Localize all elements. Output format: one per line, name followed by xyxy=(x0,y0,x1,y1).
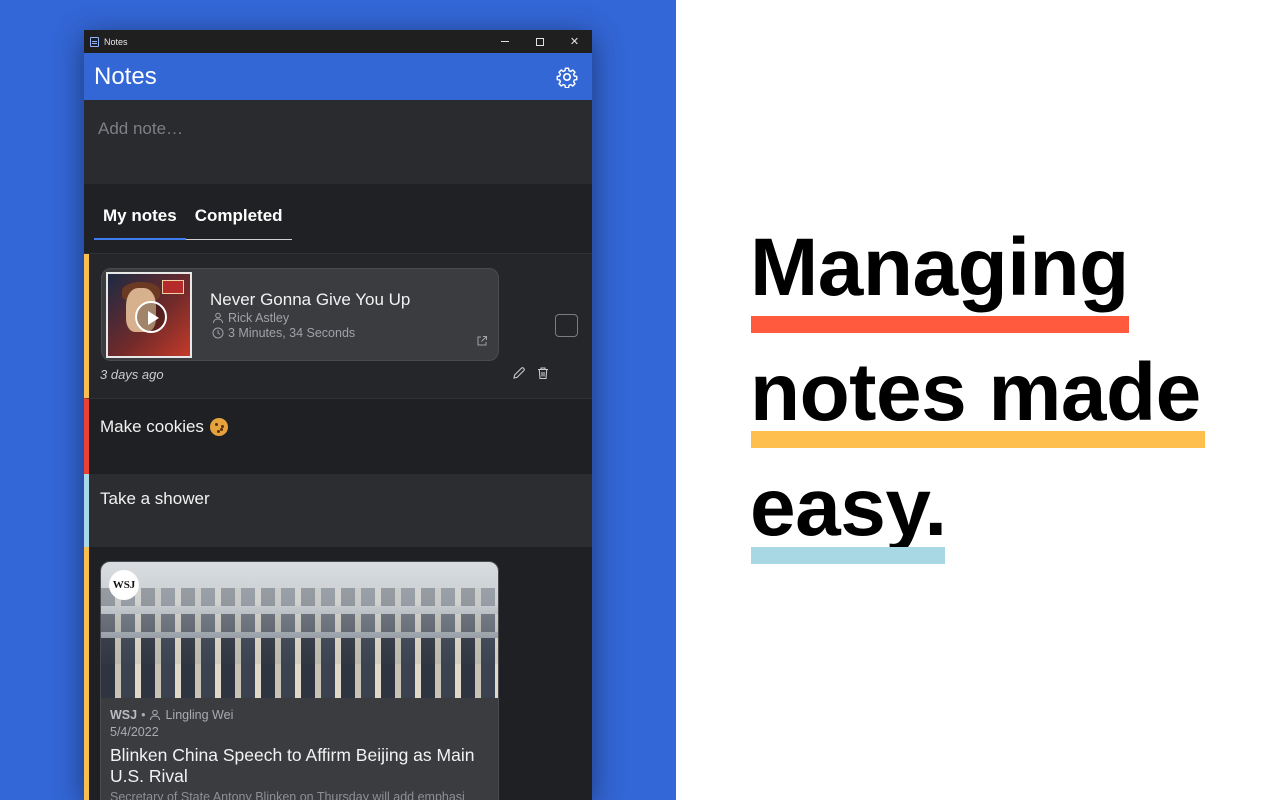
external-link-icon[interactable] xyxy=(476,335,488,347)
app-title: Notes xyxy=(94,62,157,90)
complete-checkbox[interactable] xyxy=(555,314,578,337)
person-icon xyxy=(213,312,223,324)
article-source: WSJ • Lingling Wei xyxy=(110,708,234,722)
note-item-text[interactable]: Take a shower xyxy=(84,474,592,547)
note-text: Make cookies xyxy=(100,417,228,437)
headline-line-2: notes made xyxy=(750,347,1201,438)
article-image: WSJ xyxy=(101,562,498,698)
media-title: Never Gonna Give You Up xyxy=(210,290,411,309)
note-item-text[interactable]: Make cookies xyxy=(84,398,592,474)
headline-line-1: Managing xyxy=(750,222,1129,313)
window-titlebar: Notes ✕ xyxy=(84,30,592,53)
note-item-media: Never Gonna Give You Up Rick Astley 3 Mi… xyxy=(84,254,592,398)
notes-tabs: My notes Completed xyxy=(84,184,592,254)
minimize-icon xyxy=(500,41,509,42)
close-button[interactable]: ✕ xyxy=(557,30,592,53)
add-note-input[interactable] xyxy=(98,119,578,139)
window-title: Notes xyxy=(104,36,128,47)
headline-underline-1 xyxy=(751,316,1129,333)
media-artist: Rick Astley xyxy=(212,311,289,325)
delete-icon[interactable] xyxy=(536,366,550,380)
minimize-button[interactable] xyxy=(487,30,522,53)
article-card[interactable]: WSJ WSJ • Lingling Wei 5/4/2022 Blinken … xyxy=(100,561,499,800)
maximize-button[interactable] xyxy=(522,30,557,53)
note-text: Take a shower xyxy=(100,489,210,509)
edit-icon[interactable] xyxy=(512,366,526,380)
article-title: Blinken China Speech to Affirm Beijing a… xyxy=(110,745,475,786)
person-icon xyxy=(150,709,161,721)
media-artist-text: Rick Astley xyxy=(228,311,290,325)
maximize-icon xyxy=(535,37,544,46)
clock-icon xyxy=(212,327,224,339)
cookie-icon xyxy=(209,418,228,436)
note-timestamp: 3 days ago xyxy=(100,367,164,382)
album-art xyxy=(106,272,192,358)
article-date: 5/4/2022 xyxy=(110,725,159,739)
article-author: Lingling Wei xyxy=(165,708,234,722)
article-source-name: WSJ xyxy=(110,708,138,722)
note-item-article: WSJ WSJ • Lingling Wei 5/4/2022 Blinken … xyxy=(84,547,592,800)
wsj-logo-icon: WSJ xyxy=(109,570,139,600)
close-icon: ✕ xyxy=(569,36,580,48)
media-duration: 3 Minutes, 34 Seconds xyxy=(212,326,355,340)
headline-line-3: easy. xyxy=(750,462,947,553)
headline-underline-2 xyxy=(751,431,1205,448)
note-text-label: Make cookies xyxy=(100,417,204,436)
note-text-label: Take a shower xyxy=(100,489,210,508)
media-duration-text: 3 Minutes, 34 Seconds xyxy=(228,326,356,340)
play-icon[interactable] xyxy=(135,301,167,333)
gear-icon[interactable] xyxy=(556,66,578,88)
app-header: Notes xyxy=(84,53,592,100)
notes-window: Notes ✕ Notes My notes Completed Never G… xyxy=(84,30,592,800)
notes-app-icon xyxy=(90,36,99,47)
tab-completed[interactable]: Completed xyxy=(185,206,292,240)
article-description: Secretary of State Antony Blinken on Thu… xyxy=(110,790,465,800)
add-note-area xyxy=(84,100,592,184)
headline-underline-3 xyxy=(751,547,945,564)
media-card[interactable]: Never Gonna Give You Up Rick Astley 3 Mi… xyxy=(101,268,499,361)
tab-my-notes[interactable]: My notes xyxy=(94,206,186,240)
